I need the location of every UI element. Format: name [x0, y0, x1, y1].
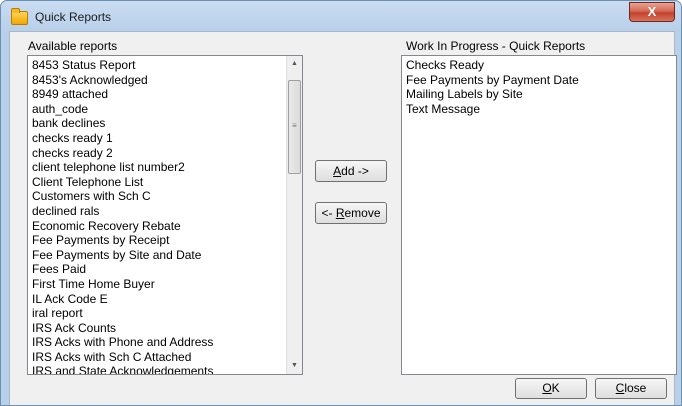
available-reports-list[interactable]: 8453 Status Report 8453's Acknowledged 894… [27, 55, 303, 375]
add-mnemonic: A [333, 164, 342, 178]
list-item[interactable]: 8949 attached [28, 87, 286, 102]
list-item[interactable]: checks ready 1 [28, 131, 286, 146]
list-item[interactable]: IRS and State Acknowledgements [28, 364, 286, 374]
list-item[interactable]: client telephone list number2 [28, 160, 286, 175]
close-window-button[interactable]: X [629, 2, 675, 22]
add-label: dd -> [341, 164, 369, 178]
quick-reports-window: Quick Reports X Available reports 8453 S… [0, 0, 682, 406]
remove-prefix: <- [321, 206, 336, 220]
list-item[interactable]: Economic Recovery Rebate [28, 219, 286, 234]
title-bar[interactable]: Quick Reports X [1, 1, 681, 31]
close-label: lose [624, 381, 647, 395]
list-item[interactable]: Customers with Sch C [28, 189, 286, 204]
list-item[interactable]: Fee Payments by Payment Date [402, 73, 676, 88]
list-item[interactable]: Text Message [402, 102, 676, 117]
list-item[interactable]: iral report [28, 306, 286, 321]
list-item[interactable]: bank declines [28, 116, 286, 131]
close-button[interactable]: Close [595, 378, 667, 399]
available-reports-label: Available reports [28, 39, 118, 53]
remove-label: emove [344, 206, 381, 220]
remove-button[interactable]: <- Remove [315, 202, 387, 224]
list-item[interactable]: auth_code [28, 102, 286, 117]
list-item[interactable]: IRS Acks with Sch C Attached [28, 350, 286, 365]
work-in-progress-list[interactable]: Checks Ready Fee Payments by Payment Date… [401, 55, 677, 375]
ok-mnemonic: O [542, 381, 552, 395]
work-in-progress-label: Work In Progress - Quick Reports [406, 39, 586, 53]
list-item[interactable]: checks ready 2 [28, 146, 286, 161]
list-item[interactable]: IL Ack Code E [28, 292, 286, 307]
list-item[interactable]: First Time Home Buyer [28, 277, 286, 292]
list-item[interactable]: Fee Payments by Receipt [28, 233, 286, 248]
dialog-body: Available reports 8453 Status Report 8453… [9, 31, 677, 405]
list-item[interactable]: 8453's Acknowledged [28, 73, 286, 88]
window-title: Quick Reports [35, 10, 112, 24]
list-item[interactable]: Client Telephone List [28, 175, 286, 190]
list-item[interactable]: Checks Ready [402, 58, 676, 73]
list-item[interactable]: 8453 Status Report [28, 58, 286, 73]
add-button[interactable]: Add -> [315, 160, 387, 182]
ok-label: K [551, 381, 560, 395]
ok-button[interactable]: OK [515, 378, 587, 399]
scroll-down-icon[interactable]: ▼ [287, 358, 302, 374]
list-item[interactable]: Fee Payments by Site and Date [28, 248, 286, 263]
list-item[interactable]: Mailing Labels by Site [402, 87, 676, 102]
list-item[interactable]: Fees Paid [28, 262, 286, 277]
list-item[interactable]: IRS Ack Counts [28, 321, 286, 336]
scroll-thumb[interactable]: ≡ [288, 80, 301, 174]
folder-icon [11, 8, 28, 25]
available-reports-scrollbar[interactable]: ▲ ≡ ▼ [286, 56, 302, 374]
scroll-up-icon[interactable]: ▲ [287, 56, 302, 72]
list-item[interactable]: IRS Acks with Phone and Address [28, 335, 286, 350]
scroll-grip-icon: ≡ [292, 121, 297, 130]
list-item[interactable]: declined rals [28, 204, 286, 219]
